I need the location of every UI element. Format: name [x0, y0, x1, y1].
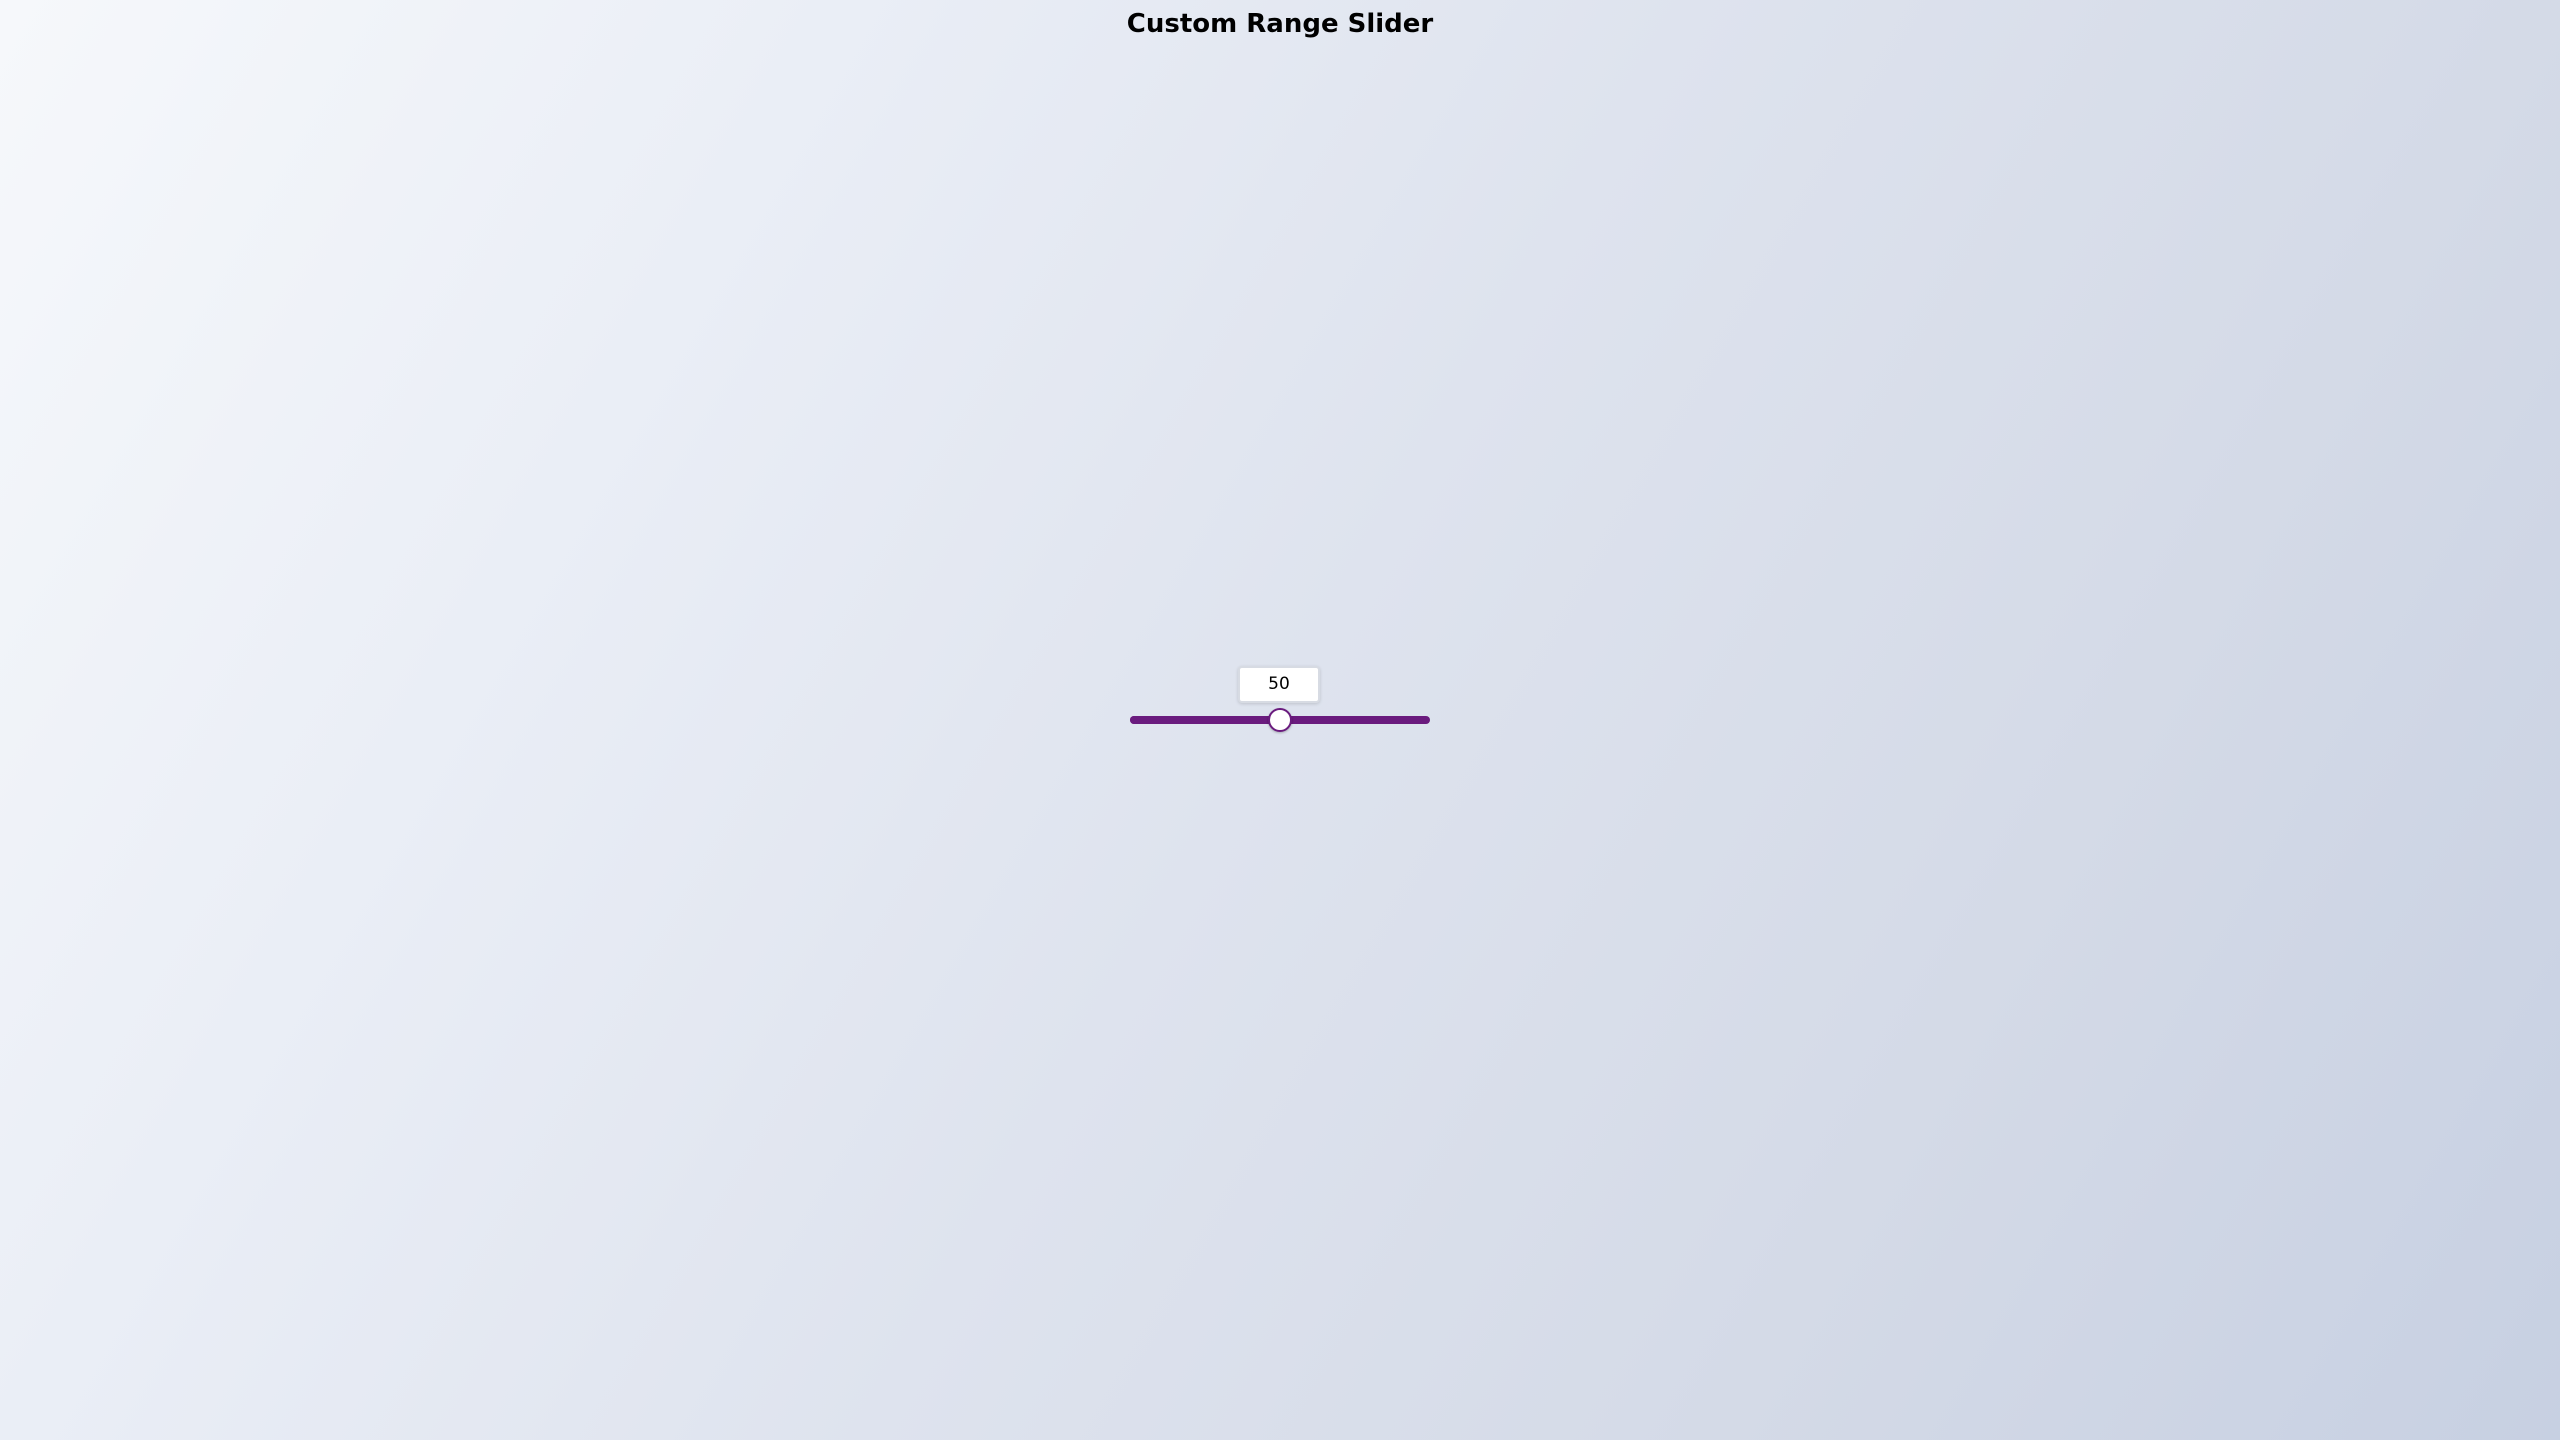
page-title: Custom Range Slider — [1126, 9, 1434, 39]
slider-track-fill — [1130, 716, 1280, 724]
range-slider[interactable]: 50 — [1130, 666, 1430, 736]
slider-thumb[interactable] — [1268, 708, 1292, 732]
slider-value-label: 50 — [1238, 666, 1320, 703]
